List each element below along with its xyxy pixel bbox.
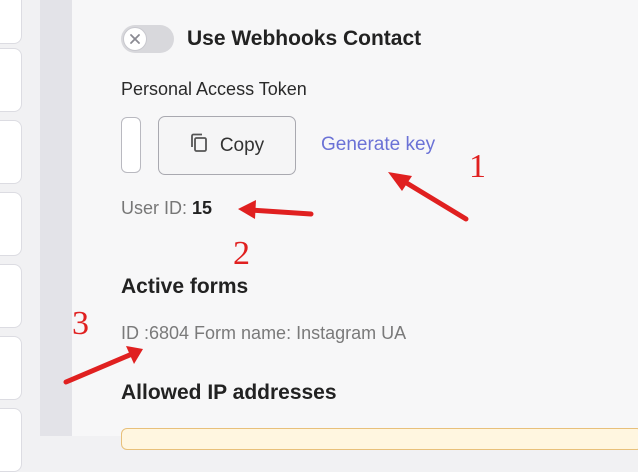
annotation-arrow-2 xyxy=(247,207,314,217)
annotation-arrowhead-2 xyxy=(238,200,256,219)
annotation-number-2: 2 xyxy=(233,235,250,272)
annotation-arrows xyxy=(63,172,469,385)
annotation-number-3: 3 xyxy=(72,305,89,342)
annotation-number-1: 1 xyxy=(469,148,486,185)
annotation-arrow-3 xyxy=(63,351,135,385)
annotation-arrow-1 xyxy=(397,176,469,222)
